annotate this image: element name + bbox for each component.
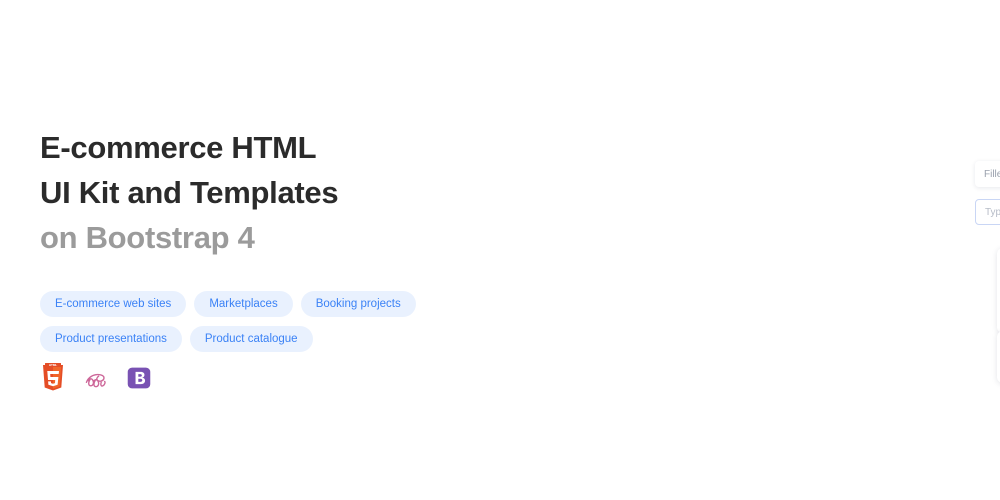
- html5-logo-icon: HTML: [43, 363, 63, 391]
- tag-pill[interactable]: E-commerce web sites: [40, 291, 187, 317]
- headline-line-2: UI Kit and Templates: [40, 174, 339, 210]
- tag-pill[interactable]: Booking projects: [300, 291, 416, 317]
- headline-line-3: on Bootstrap 4: [40, 219, 255, 255]
- ui-kit-preview-panel: Button Filled Input Typing Text ★★★★★ ★★…: [470, 0, 1000, 500]
- bootstrap-logo-icon: [127, 367, 151, 389]
- tag-pill[interactable]: Marketplaces: [194, 291, 293, 317]
- hero-panel: E-commerce HTML UI Kit and Templates on …: [0, 0, 470, 500]
- headline-line-1: E-commerce HTML: [40, 130, 317, 165]
- tag-pill[interactable]: Product catalogue: [189, 326, 313, 352]
- typing-input[interactable]: Typing Text: [975, 199, 1000, 225]
- filled-input[interactable]: Filled Input: [975, 161, 1000, 187]
- page-title: E-commerce HTML UI Kit and Templates on …: [40, 126, 339, 261]
- tag-pill[interactable]: Product presentations: [40, 326, 182, 352]
- svg-text:HTML: HTML: [49, 363, 57, 367]
- sass-logo-icon: [85, 373, 106, 388]
- tech-logo-list: HTML: [40, 363, 152, 393]
- tag-list: E-commerce web sites Marketplaces Bookin…: [40, 291, 430, 352]
